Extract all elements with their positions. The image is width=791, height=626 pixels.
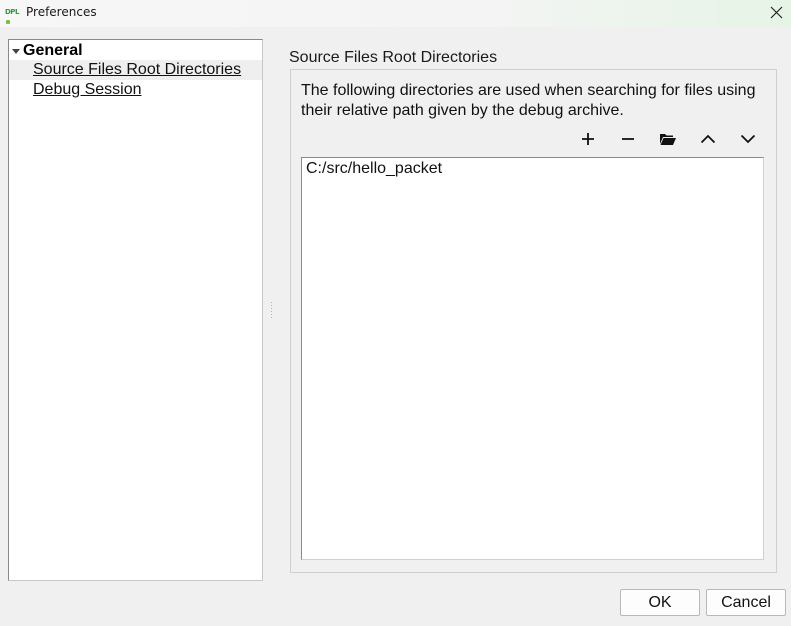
tree-node-label: General: [23, 42, 83, 59]
plus-icon: [582, 133, 594, 145]
move-down-button[interactable]: [736, 128, 760, 150]
panel-description: The following directories are used when …: [301, 82, 756, 119]
app-logo: DPL: [5, 7, 21, 24]
tree-item-source-files-root-directories[interactable]: Source Files Root Directories: [9, 60, 262, 80]
list-item[interactable]: C:/src/hello_packet: [306, 159, 442, 179]
title-bar: DPL Preferences: [0, 0, 791, 27]
expand-arrow-icon[interactable]: [12, 49, 20, 54]
close-button[interactable]: [761, 0, 791, 24]
chevron-down-icon: [740, 134, 756, 144]
preferences-tree[interactable]: General Source Files Root Directories De…: [8, 39, 263, 581]
splitter-handle[interactable]: [270, 302, 273, 320]
tree-item-debug-session[interactable]: Debug Session: [9, 80, 262, 100]
folder-open-icon: [660, 134, 676, 145]
cancel-button[interactable]: Cancel: [706, 589, 786, 616]
close-icon: [770, 6, 782, 18]
add-directory-button[interactable]: [576, 128, 600, 150]
tree-item-label: Source Files Root Directories: [33, 61, 242, 78]
ok-button[interactable]: OK: [620, 589, 700, 616]
browse-directory-button[interactable]: [656, 128, 680, 150]
chevron-up-icon: [700, 134, 716, 144]
tree-node-general[interactable]: General: [9, 41, 261, 61]
move-up-button[interactable]: [696, 128, 720, 150]
directories-list[interactable]: C:/src/hello_packet: [301, 157, 764, 560]
minus-icon: [622, 138, 634, 140]
remove-directory-button[interactable]: [616, 128, 640, 150]
tree-item-label: Debug Session: [33, 81, 142, 98]
panel-title: Source Files Root Directories: [289, 49, 498, 66]
window-title: Preferences: [26, 5, 97, 19]
